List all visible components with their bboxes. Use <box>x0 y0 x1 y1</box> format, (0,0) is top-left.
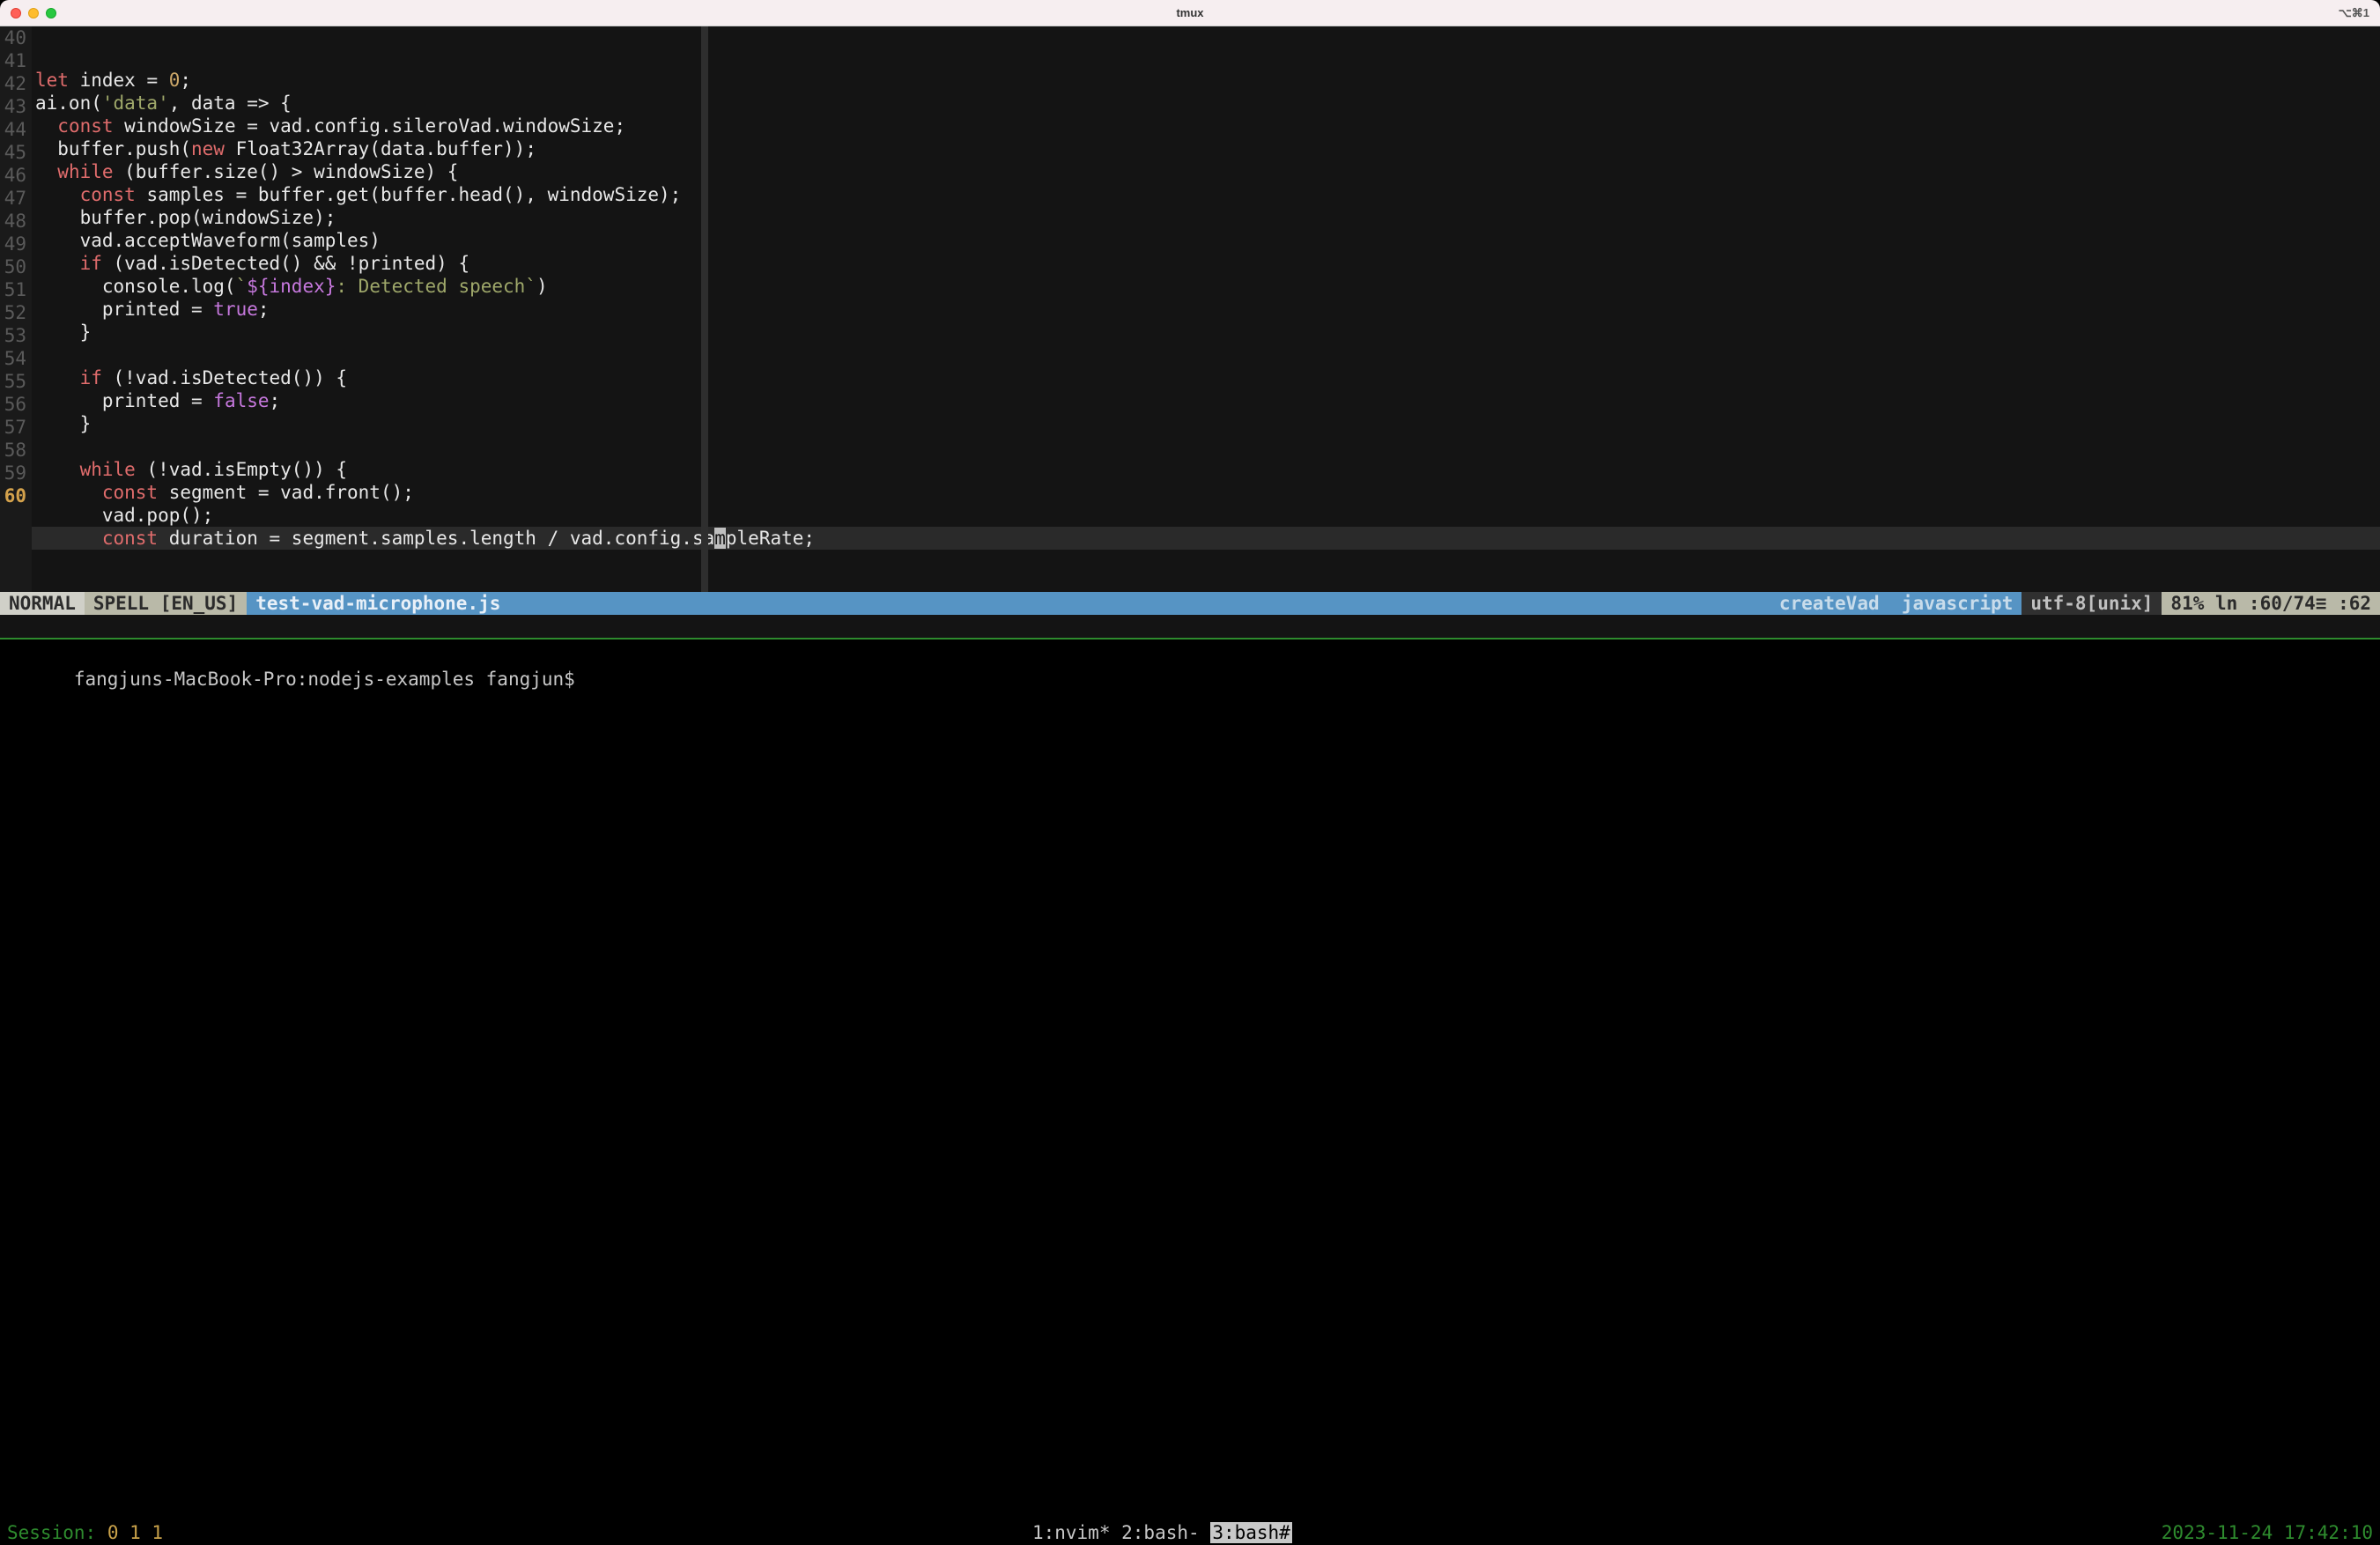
line-number: 44 <box>0 118 26 141</box>
statusline-filename-text: test-vad-microphone.js <box>255 593 500 614</box>
code-line[interactable] <box>32 435 2380 458</box>
code-line[interactable]: if (vad.isDetected() && !printed) { <box>32 252 2380 275</box>
code-line[interactable]: } <box>32 321 2380 344</box>
line-number: 45 <box>0 141 26 164</box>
code-line[interactable]: while (buffer.size() > windowSize) { <box>32 160 2380 183</box>
macos-titlebar: tmux ⌥⌘1 <box>0 0 2380 26</box>
line-number: 43 <box>0 95 26 118</box>
tmux-window-list[interactable]: 1:nvim* 2:bash- 3:bash# <box>163 1520 2162 1545</box>
line-number: 40 <box>0 26 26 49</box>
tmux-session-info: Session: 0 1 1 <box>7 1520 163 1545</box>
line-number-gutter: 4041424344454647484950515253545556575859… <box>0 26 32 592</box>
code-line[interactable]: let index = 0; <box>32 69 2380 92</box>
line-number: 59 <box>0 462 26 484</box>
line-number: 58 <box>0 439 26 462</box>
code-line[interactable]: ai.on('data', data => { <box>32 92 2380 115</box>
line-number: 41 <box>0 49 26 72</box>
line-number: 42 <box>0 72 26 95</box>
code-line[interactable]: const segment = vad.front(); <box>32 481 2380 504</box>
vim-command-line[interactable] <box>0 615 2380 638</box>
line-number: 49 <box>0 233 26 255</box>
tmux-clock: 2023-11-24 17:42:10 <box>2162 1520 2373 1545</box>
code-line[interactable]: vad.pop(); <box>32 504 2380 527</box>
tmux-window-tab[interactable]: 2:bash- <box>1121 1522 1200 1543</box>
line-number: 48 <box>0 210 26 233</box>
line-number: 53 <box>0 324 26 347</box>
tmux-session-label: Session: <box>7 1522 96 1543</box>
line-number: 52 <box>0 301 26 324</box>
code-line[interactable]: } <box>32 412 2380 435</box>
statusline-filename: test-vad-microphone.js <box>247 592 1770 615</box>
tmux-pane-shell[interactable]: fangjuns-MacBook-Pro:nodejs-examples fan… <box>0 639 2380 1520</box>
line-number: 51 <box>0 278 26 301</box>
tmux-session-numbers: 0 1 1 <box>107 1522 163 1543</box>
line-number: 50 <box>0 255 26 278</box>
code-line[interactable]: vad.acceptWaveform(samples) <box>32 229 2380 252</box>
line-number: 46 <box>0 164 26 187</box>
code-line[interactable]: printed = false; <box>32 389 2380 412</box>
code-line[interactable]: if (!vad.isDetected()) { <box>32 366 2380 389</box>
terminal-body: 4041424344454647484950515253545556575859… <box>0 26 2380 1545</box>
vertical-split-bar[interactable] <box>701 26 708 592</box>
cursor: m <box>714 528 726 549</box>
line-number: 57 <box>0 416 26 439</box>
code-line[interactable]: buffer.push(new Float32Array(data.buffer… <box>32 137 2380 160</box>
statusline-mode: NORMAL <box>0 592 85 615</box>
statusline-spell: SPELL [EN_US] <box>85 592 247 615</box>
code-line[interactable]: printed = true; <box>32 298 2380 321</box>
window-shortcut-hint: ⌥⌘1 <box>2339 6 2369 20</box>
window-title: tmux <box>0 6 2380 19</box>
statusline-encoding: utf-8[unix] <box>2022 592 2162 615</box>
line-number: 60 <box>0 484 26 507</box>
tmux-window-tab[interactable]: 3:bash# <box>1210 1522 1292 1543</box>
statusline-function: createVad <box>1779 593 1880 614</box>
line-number: 56 <box>0 393 26 416</box>
code-line[interactable]: const windowSize = vad.config.sileroVad.… <box>32 115 2380 137</box>
editor-view[interactable]: 4041424344454647484950515253545556575859… <box>0 26 2380 592</box>
statusline-filetype: javascript <box>1902 593 2013 614</box>
line-number: 55 <box>0 370 26 393</box>
line-number: 54 <box>0 347 26 370</box>
shell-prompt: fangjuns-MacBook-Pro:nodejs-examples fan… <box>74 669 575 690</box>
line-number: 47 <box>0 187 26 210</box>
tmux-pane-editor[interactable]: 4041424344454647484950515253545556575859… <box>0 26 2380 638</box>
code-line[interactable]: const samples = buffer.get(buffer.head()… <box>32 183 2380 206</box>
code-line[interactable]: const duration = segment.samples.length … <box>32 527 2380 550</box>
tmux-window-tab[interactable]: 1:nvim* <box>1032 1522 1111 1543</box>
code-line[interactable]: while (!vad.isEmpty()) { <box>32 458 2380 481</box>
code-line[interactable]: console.log(`${index}: Detected speech`) <box>32 275 2380 298</box>
vim-statusline: NORMAL SPELL [EN_US] test-vad-microphone… <box>0 592 2380 615</box>
code-line[interactable] <box>32 344 2380 366</box>
statusline-context: createVad javascript <box>1770 592 2022 615</box>
statusline-position: 81% ln :60/74≡ :62 <box>2162 592 2380 615</box>
terminal-window: tmux ⌥⌘1 4041424344454647484950515253545… <box>0 0 2380 1545</box>
code-line[interactable]: buffer.pop(windowSize); <box>32 206 2380 229</box>
tmux-status-bar: Session: 0 1 1 1:nvim* 2:bash- 3:bash# 2… <box>0 1520 2380 1545</box>
code-area[interactable]: let index = 0;ai.on('data', data => { co… <box>32 26 2380 592</box>
